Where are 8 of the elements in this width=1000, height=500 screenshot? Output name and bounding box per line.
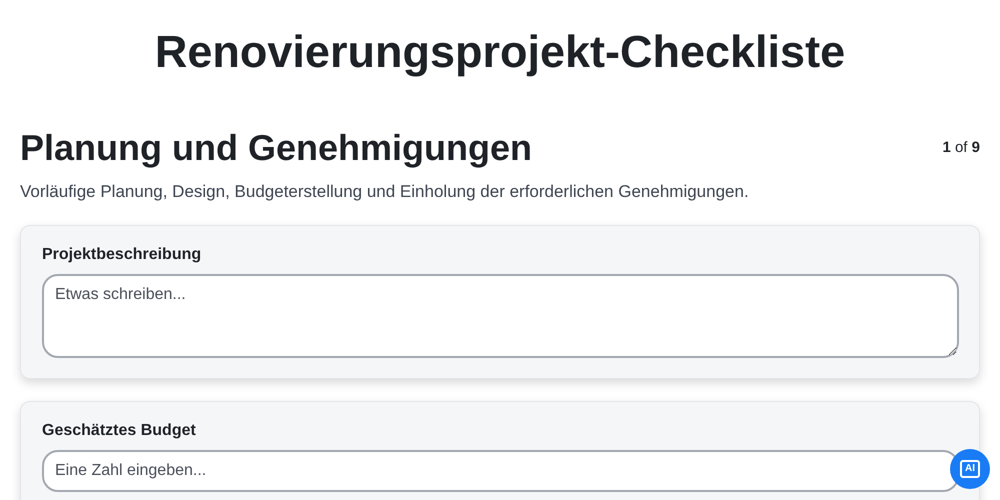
page-counter: 1 of 9 (942, 139, 980, 156)
text-area[interactable]: Etwas schreiben... (42, 274, 959, 358)
section-heading: Planung und Genehmigungen (20, 126, 532, 170)
page-title: Renovierungsprojekt-Checkliste (154, 26, 846, 78)
field-label: Projektbeschreibung (42, 246, 202, 264)
field-label: Geschätztes Budget (42, 422, 197, 440)
number-field[interactable]: Eine Zahl eingeben... (42, 450, 959, 492)
section-description: Vorläufige Planung, Design, Budgeterstellung und Einholung der erforderlichen Genehmigungen. (20, 182, 750, 202)
